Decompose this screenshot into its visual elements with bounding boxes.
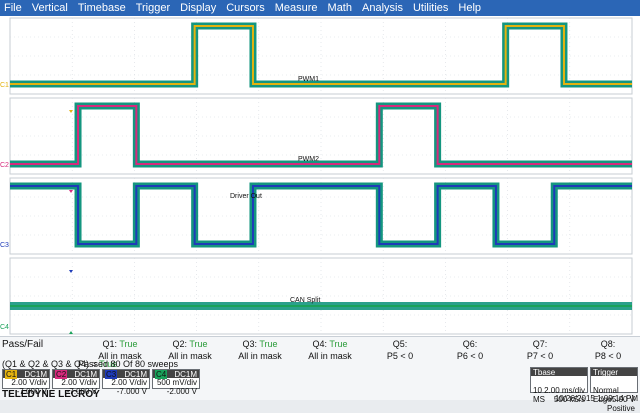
- channel-vdiv: 2.00 V/div: [111, 378, 147, 387]
- grid-band-4: [9, 257, 633, 335]
- ground-marker-c1: C1: [0, 82, 9, 89]
- channel-vdiv: 2.00 V/div: [61, 378, 97, 387]
- trace-label-c3: Driver Out: [230, 193, 262, 200]
- q-value: True: [259, 339, 278, 349]
- passed-count: Passed 80 Of 80 sweeps: [78, 359, 179, 369]
- menu-vertical[interactable]: Vertical: [32, 0, 68, 16]
- ground-marker-c4: C4: [0, 324, 9, 331]
- trace-label-c2: PWM2: [298, 156, 319, 163]
- channel-box-c4[interactable]: C4 DC1M 500 mV/div -2.000 V: [152, 369, 200, 396]
- channel-vdiv: 2.00 V/div: [11, 378, 47, 387]
- menu-file[interactable]: File: [4, 0, 22, 16]
- menu-cursors[interactable]: Cursors: [226, 0, 265, 16]
- datetime: 10/26/2015 1:09:14 PM: [554, 394, 638, 403]
- timebase-delay: -8.00 ms: [553, 377, 585, 386]
- q-name: Q2:: [172, 339, 187, 349]
- mask-result-q3: Q3: True All in mask: [225, 339, 295, 361]
- menu-display[interactable]: Display: [180, 0, 216, 16]
- channel-box-c3[interactable]: C3 DC1M 2.00 V/div -7.000 V: [102, 369, 150, 396]
- ground-marker-c2: C2: [0, 162, 9, 169]
- mask-result-q4: Q4: True All in mask: [295, 339, 365, 361]
- menu-trigger[interactable]: Trigger: [136, 0, 170, 16]
- q-name: Q4:: [312, 339, 327, 349]
- channel-box-c2[interactable]: C2 DC1M 2.00 V/div -7.000 V: [52, 369, 100, 396]
- menu-help[interactable]: Help: [458, 0, 481, 16]
- q-name: Q7:: [532, 339, 548, 349]
- trigger-title: Trigger: [593, 368, 619, 377]
- q-value: True: [189, 339, 208, 349]
- waveform-display[interactable]: PWM1 C1 PWM2 C2 Driver Out C3 CAN Split C4: [0, 16, 640, 336]
- mask-result-q2: Q2: True All in mask: [155, 339, 225, 361]
- channel-box-c1[interactable]: C1 DC1M 2.00 V/div -7.000 V: [2, 369, 50, 396]
- mask-result-q8: Q8: P8 < 0: [573, 339, 640, 361]
- q-name: Q6:: [462, 339, 478, 349]
- oscilloscope-app: File Vertical Timebase Trigger Display Cursor…: [0, 0, 640, 413]
- trigger-box[interactable]: Trigger C1 DC Normal 5.00 V Edge Positive: [590, 367, 638, 413]
- menu-bar: File Vertical Timebase Trigger Display Cursor…: [0, 0, 640, 16]
- timebase-title: Tbase: [533, 368, 556, 377]
- trigger-coupling: C1 DC: [610, 377, 635, 386]
- menu-measure[interactable]: Measure: [275, 0, 318, 16]
- brand-logo: TELEDYNE LECROY: [2, 389, 100, 400]
- status-panel: Pass/Fail Q1: True All in mask Q2: True All…: [0, 336, 640, 413]
- mask-result-q6: Q6: P6 < 0: [435, 339, 505, 361]
- mask-result-q1: Q1: True All in mask: [85, 339, 155, 361]
- menu-math[interactable]: Math: [328, 0, 352, 16]
- q-name: Q3:: [242, 339, 257, 349]
- mask-result-q7: Q7: P7 < 0: [505, 339, 575, 361]
- trigger-polarity: Positive: [606, 404, 635, 413]
- q-name: Q8:: [600, 339, 616, 349]
- mask-result-q5: Q5: P5 < 0: [365, 339, 435, 361]
- menu-utilities[interactable]: Utilities: [413, 0, 448, 16]
- q-value: True: [329, 339, 348, 349]
- timebase-box[interactable]: Tbase -8.00 ms 2.00 ms/div 10 MS 500 kS/s: [530, 367, 588, 404]
- menu-analysis[interactable]: Analysis: [362, 0, 403, 16]
- channel-vdiv: 500 mV/div: [156, 378, 197, 387]
- waveform-grid: PWM1 C1 PWM2 C2 Driver Out C3 CAN Split C4: [0, 17, 633, 335]
- q-name: Q1:: [102, 339, 117, 349]
- q-value: True: [119, 339, 138, 349]
- menu-timebase[interactable]: Timebase: [78, 0, 126, 16]
- trace-label-c4: CAN Split: [290, 297, 320, 304]
- channel-offset: -2.000 V: [166, 387, 197, 396]
- ground-marker-c3: C3: [0, 242, 9, 249]
- trace-label-c1: PWM1: [298, 76, 319, 83]
- q-name: Q5:: [392, 339, 408, 349]
- channel-offset: -7.000 V: [116, 387, 147, 396]
